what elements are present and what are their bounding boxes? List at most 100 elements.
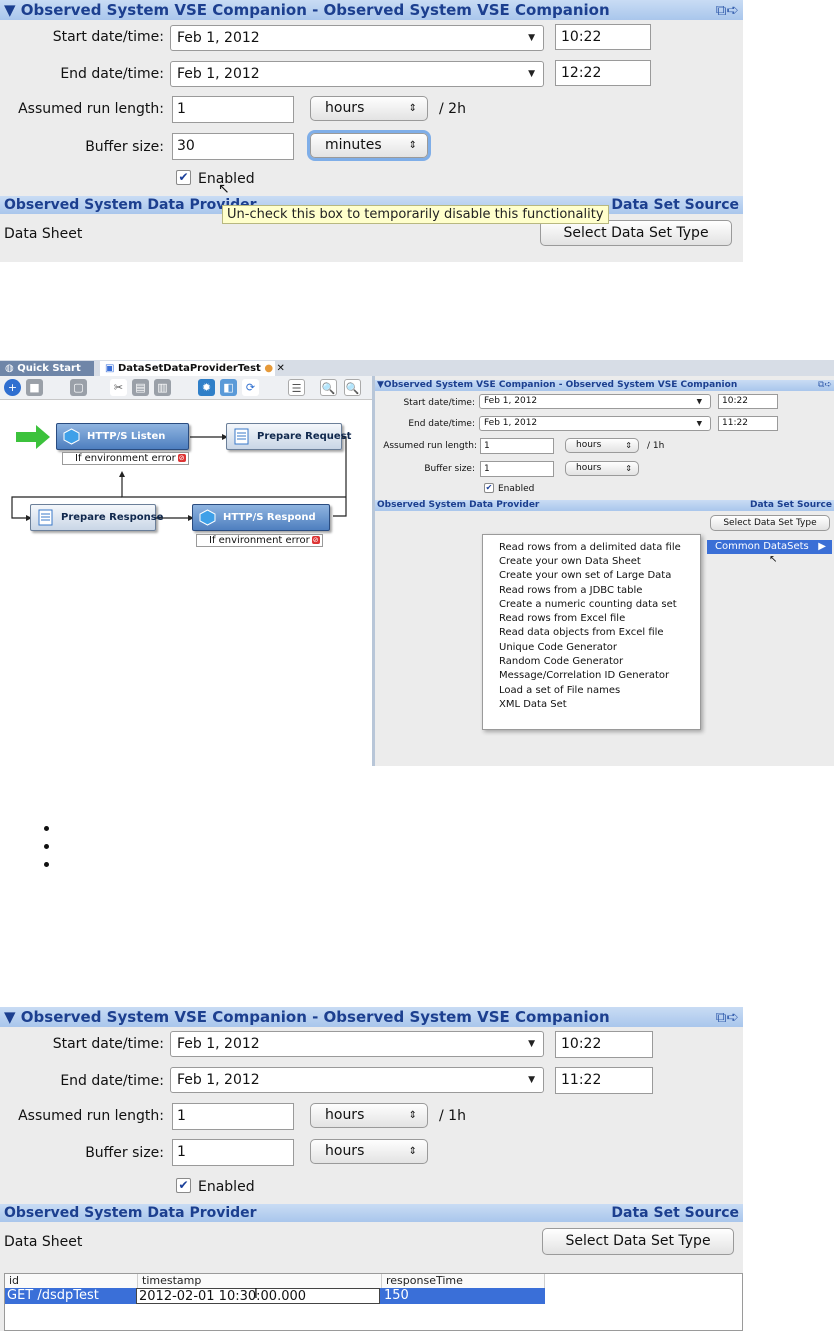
- cell-id[interactable]: GET /dsdpTest: [5, 1288, 135, 1304]
- collapse-triangle-icon[interactable]: ▼: [4, 1008, 16, 1026]
- start-time-field[interactable]: 10:22: [555, 24, 651, 50]
- stop-icon[interactable]: ■: [26, 379, 43, 396]
- disable-icon[interactable]: ▢: [70, 379, 87, 396]
- arrow-right-icon[interactable]: ➪: [824, 380, 832, 390]
- window-controls[interactable]: ⧉➪: [716, 1007, 739, 1027]
- editor-select-data-set-type-button[interactable]: Select Data Set Type: [710, 515, 830, 531]
- start-time-field[interactable]: 10:22: [555, 1031, 653, 1058]
- arrow-right-icon[interactable]: ➪: [726, 1008, 739, 1026]
- editor-companion-header[interactable]: ▼Observed System VSE Companion - Observe…: [375, 380, 834, 391]
- updown-arrows-icon: ⇕: [408, 1109, 417, 1121]
- start-date-value: Feb 1, 2012: [177, 30, 260, 46]
- editor-start-date-combo[interactable]: Feb 1, 2012 ▼: [479, 394, 711, 409]
- node-http-listen[interactable]: HTTP/S Listen: [56, 423, 189, 450]
- editor-enabled-checkbox[interactable]: ✔: [484, 483, 494, 493]
- editor-buffer-unit-select[interactable]: hours ⇕: [565, 461, 639, 476]
- start-date-combo[interactable]: Feb 1, 2012 ▼: [170, 1031, 544, 1057]
- editor-run-unit-select[interactable]: hours ⇕: [565, 438, 639, 453]
- settings-gear-icon[interactable]: ✹: [198, 379, 215, 396]
- menu-item-correlation-id[interactable]: Message/Correlation ID Generator: [499, 670, 669, 681]
- editor-end-time-field[interactable]: 11:22: [718, 416, 778, 431]
- workflow-canvas[interactable]: HTTP/S Listen If environment error ⊘ Prep…: [0, 401, 372, 766]
- buffer-size-input[interactable]: 1: [172, 1139, 294, 1166]
- buffer-size-unit-select[interactable]: hours ⇕: [310, 1139, 428, 1164]
- copy-icon[interactable]: ▤: [132, 379, 149, 396]
- menu-item-delimited-file[interactable]: Read rows from a delimited data file: [499, 542, 681, 553]
- select-data-set-type-button[interactable]: Select Data Set Type: [542, 1228, 734, 1255]
- end-time-field[interactable]: 11:22: [555, 1067, 653, 1094]
- menu-item-unique-code[interactable]: Unique Code Generator: [499, 642, 617, 653]
- respond-env-error[interactable]: If environment error ⊘: [196, 534, 323, 547]
- common-datasets-menu-item[interactable]: Common DataSets ▶: [707, 540, 832, 554]
- menu-item-numeric-counting[interactable]: Create a numeric counting data set: [499, 599, 677, 610]
- run-icon[interactable]: ⟳: [242, 379, 259, 396]
- table-row[interactable]: GET /dsdpTest 2012-02-01 10:30:00.000 15…: [5, 1288, 545, 1304]
- run-length-label: Assumed run length:: [18, 1108, 164, 1124]
- menu-item-own-data-sheet[interactable]: Create your own Data Sheet: [499, 556, 641, 567]
- editor-run-input[interactable]: 1: [480, 438, 554, 454]
- enabled-checkbox[interactable]: ✔: [176, 170, 191, 185]
- collapse-triangle-icon[interactable]: ▼: [4, 1, 16, 19]
- menu-item-excel-rows[interactable]: Read rows from Excel file: [499, 613, 625, 624]
- run-length-input[interactable]: 1: [172, 96, 294, 123]
- run-length-unit-select[interactable]: hours ⇕: [310, 96, 428, 121]
- node-http-respond[interactable]: HTTP/S Respond: [192, 504, 330, 531]
- companion-panel-1: ▼ Observed System VSE Companion - Observ…: [0, 0, 743, 262]
- mouse-cursor-icon: ↖: [218, 181, 230, 197]
- menu-item-excel-objects[interactable]: Read data objects from Excel file: [499, 627, 664, 638]
- editor-start-time-field[interactable]: 10:22: [718, 394, 778, 409]
- menu-item-file-names[interactable]: Load a set of File names: [499, 685, 620, 696]
- arrow-right-icon[interactable]: ➪: [726, 1, 739, 19]
- cell-timestamp-editor[interactable]: 2012-02-01 10:30:00.000: [136, 1288, 380, 1304]
- cut-icon[interactable]: ✂: [110, 379, 127, 396]
- detach-icon[interactable]: ⧉: [716, 1, 727, 19]
- listen-env-error[interactable]: If environment error ⊘: [62, 452, 189, 465]
- window-controls[interactable]: ⧉➪: [818, 380, 832, 391]
- companion-header[interactable]: ▼ Observed System VSE Companion - Observ…: [0, 1007, 743, 1027]
- model-icon[interactable]: ◧: [220, 379, 237, 396]
- editor-start-date-value: Feb 1, 2012: [484, 396, 538, 406]
- buffer-size-unit-value: hours: [325, 1143, 365, 1159]
- close-tab-icon[interactable]: ✕: [277, 363, 285, 374]
- collapse-triangle-icon[interactable]: ▼: [377, 380, 384, 390]
- run-length-input[interactable]: 1: [172, 1103, 294, 1130]
- tab-quick-start[interactable]: ◍ Quick Start: [0, 361, 94, 376]
- editor-buffer-input[interactable]: 1: [480, 461, 554, 477]
- end-date-combo[interactable]: Feb 1, 2012 ▼: [170, 61, 544, 87]
- enabled-checkbox[interactable]: ✔: [176, 1178, 191, 1193]
- cell-response-time[interactable]: 150: [382, 1288, 542, 1304]
- window-controls[interactable]: ⧉➪: [716, 0, 739, 20]
- menu-item-xml-data-set[interactable]: XML Data Set: [499, 699, 567, 710]
- paste-icon[interactable]: ▥: [154, 379, 171, 396]
- column-header-response-time[interactable]: responseTime: [382, 1274, 545, 1288]
- data-sheet-table[interactable]: id timestamp responseTime GET /dsdpTest …: [4, 1273, 743, 1331]
- bullet-dot: [44, 826, 49, 831]
- layout-icon[interactable]: ☰: [288, 379, 305, 396]
- tab-dataset-test[interactable]: ▣ DataSetDataProviderTest ● ✕: [100, 361, 285, 376]
- menu-item-jdbc-table[interactable]: Read rows from a JDBC table: [499, 585, 642, 596]
- add-step-icon[interactable]: +: [4, 379, 21, 396]
- editor-end-date-combo[interactable]: Feb 1, 2012 ▼: [479, 416, 711, 431]
- detach-icon[interactable]: ⧉: [716, 1008, 727, 1026]
- buffer-size-input[interactable]: 30: [172, 133, 294, 160]
- end-date-combo[interactable]: Feb 1, 2012 ▼: [170, 1067, 544, 1093]
- column-header-timestamp[interactable]: timestamp: [138, 1274, 382, 1288]
- buffer-size-unit-select[interactable]: minutes ⇕: [310, 133, 428, 158]
- zoom-in-icon[interactable]: 🔍: [344, 379, 361, 396]
- run-length-total: / 1h: [439, 1108, 466, 1124]
- node-prepare-response[interactable]: Prepare Response: [30, 504, 163, 531]
- end-date-value: Feb 1, 2012: [177, 66, 260, 82]
- menu-item-large-data[interactable]: Create your own set of Large Data: [499, 570, 671, 581]
- run-length-unit-select[interactable]: hours ⇕: [310, 1103, 428, 1128]
- editor-toolbar: + ■ ▢ ✂ ▤ ▥ ✹ ◧ ⟳ ☰ 🔍 🔍: [0, 376, 372, 400]
- editor-end-date-value: Feb 1, 2012: [484, 418, 538, 428]
- zoom-out-icon[interactable]: 🔍: [320, 379, 337, 396]
- buffer-size-label: Buffer size:: [85, 1145, 164, 1161]
- column-header-id[interactable]: id: [5, 1274, 138, 1288]
- menu-item-random-code[interactable]: Random Code Generator: [499, 656, 623, 667]
- companion-header[interactable]: ▼ Observed System VSE Companion - Observ…: [0, 0, 743, 20]
- quick-start-icon: ◍: [5, 363, 14, 374]
- node-prepare-request[interactable]: Prepare Request: [226, 423, 351, 450]
- end-time-field[interactable]: 12:22: [555, 60, 651, 86]
- start-date-combo[interactable]: Feb 1, 2012 ▼: [170, 25, 544, 51]
